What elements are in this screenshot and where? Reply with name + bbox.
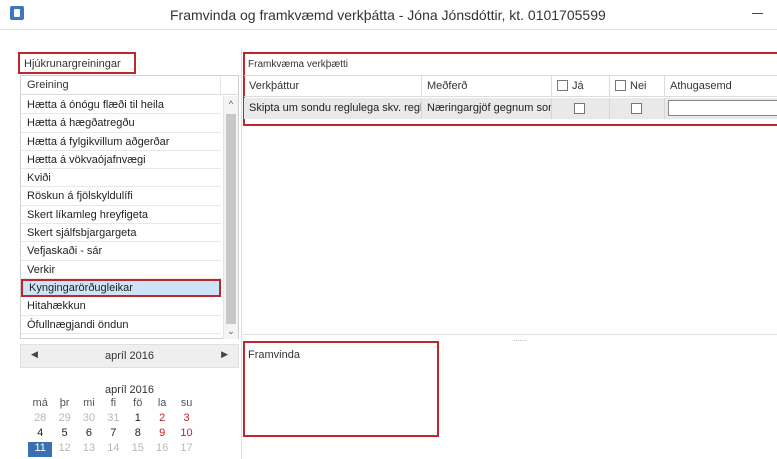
calendar: apríl 2016 má þr mi fi fö la su 28 29 30 31 1 2 3 4 5 6 7… xyxy=(20,370,239,459)
task-cell: Skipta um sondu reglulega skv. reglum xyxy=(244,98,422,119)
calendar-grid: má þr mi fi fö la su 28 29 30 31 1 2 3 4 5 6 7 8 9 10 11 12 13 1… xyxy=(28,397,232,457)
calendar-day[interactable]: 3 xyxy=(174,412,198,427)
scroll-down-icon[interactable]: ⌄ xyxy=(224,323,238,339)
splitter[interactable]: ...... xyxy=(243,334,777,343)
calendar-day[interactable]: 8 xyxy=(126,427,150,442)
column-athugasemd[interactable]: Athugasemd xyxy=(665,76,777,97)
list-item[interactable]: Skert sjálfsbjargargeta xyxy=(21,224,221,243)
list-item[interactable]: Ófullnægjandi öndun xyxy=(21,316,221,334)
ja-all-checkbox[interactable] xyxy=(557,80,568,91)
calendar-day[interactable]: 14 xyxy=(101,442,125,457)
calendar-day[interactable]: 17 xyxy=(174,442,198,457)
weekday-label: su xyxy=(180,397,193,409)
calendar-day[interactable]: 4 xyxy=(28,427,52,442)
column-ja[interactable]: Já xyxy=(552,76,610,97)
calendar-day[interactable]: 5 xyxy=(52,427,76,442)
diagnosis-panel-title: Hjúkrunargreiningar xyxy=(18,52,136,74)
scroll-up-icon[interactable]: ^ xyxy=(224,96,238,112)
calendar-next-icon[interactable]: ▶ xyxy=(221,349,228,360)
calendar-day[interactable]: 7 xyxy=(101,427,125,442)
tasks-panel: Framkvæma verkþætti Verkþáttur Meðferð J… xyxy=(243,52,777,334)
progress-panel: Framvinda xyxy=(243,341,777,459)
window-title: Framvinda og framkvæmd verkþátta - Jóna … xyxy=(170,7,606,23)
diagnosis-column-header[interactable]: Greining xyxy=(21,76,220,95)
tasks-table-header: Verkþáttur Meðferð Já Nei Athugasemd xyxy=(244,75,777,97)
list-item[interactable]: Kviði xyxy=(21,169,221,188)
diagnosis-list: Greining Hætta á ónógu flæði til heila Hæ… xyxy=(20,75,239,339)
list-item[interactable]: Hitahækkun xyxy=(21,297,221,316)
minimize-button[interactable] xyxy=(752,13,763,14)
calendar-day[interactable]: 10 xyxy=(174,427,198,442)
progress-textarea[interactable] xyxy=(245,361,775,457)
diagnosis-rows: Hætta á ónógu flæði til heila Hætta á hæg… xyxy=(21,96,221,334)
calendar-day[interactable]: 15 xyxy=(126,442,150,457)
column-nei[interactable]: Nei xyxy=(610,76,665,97)
calendar-title: apríl 2016 xyxy=(105,384,154,396)
list-item[interactable]: Kyngingarörðugleikar xyxy=(21,278,221,298)
column-header-spacer xyxy=(220,76,238,95)
diagnosis-panel: Hjúkrunargreiningar Greining Hætta á ónó… xyxy=(18,52,243,459)
list-item[interactable]: Röskun á fjölskyldulífi xyxy=(21,187,221,206)
calendar-day[interactable]: 13 xyxy=(77,442,101,457)
calendar-day[interactable]: 29 xyxy=(52,412,76,427)
list-item[interactable]: Hætta á hægðatregðu xyxy=(21,114,221,133)
calendar-day[interactable]: 2 xyxy=(150,412,174,427)
list-item[interactable]: Verkir xyxy=(21,261,221,279)
title-bar: Framvinda og framkvæmd verkþátta - Jóna … xyxy=(0,0,777,30)
nei-checkbox[interactable] xyxy=(631,103,642,114)
progress-label: Framvinda xyxy=(248,349,300,361)
list-item[interactable]: Hætta á vökvaójafnvægi xyxy=(21,151,221,170)
list-item[interactable]: Hætta á ónógu flæði til heila xyxy=(21,96,221,115)
nei-label: Nei xyxy=(630,80,647,92)
calendar-day[interactable]: 1 xyxy=(126,412,150,427)
weekday-label: má xyxy=(32,397,48,409)
weekday-label: þr xyxy=(59,397,70,409)
column-medferd[interactable]: Meðferð xyxy=(422,76,552,97)
tasks-title: Framkvæma verkþætti xyxy=(248,59,349,70)
weekday-label: fi xyxy=(110,397,117,409)
app-icon xyxy=(10,6,24,20)
weekday-label: la xyxy=(157,397,167,409)
calendar-day[interactable]: 16 xyxy=(150,442,174,457)
weekday-label: mi xyxy=(83,397,95,409)
calendar-day[interactable]: 31 xyxy=(101,412,125,427)
weekday-label: fö xyxy=(133,397,143,409)
calendar-day[interactable]: 12 xyxy=(52,442,76,457)
calendar-day[interactable]: 9 xyxy=(150,427,174,442)
calendar-navigation: ◀ apríl 2016 ▶ xyxy=(20,344,239,368)
ja-label: Já xyxy=(572,80,584,92)
calendar-day[interactable]: 11 xyxy=(28,442,53,457)
scroll-thumb[interactable] xyxy=(226,114,236,324)
athugasemd-input[interactable] xyxy=(668,100,777,116)
list-item[interactable]: Vefjaskaði - sár xyxy=(21,242,221,261)
calendar-month-label[interactable]: apríl 2016 xyxy=(21,350,238,362)
calendar-day[interactable]: 6 xyxy=(77,427,101,442)
calendar-day[interactable]: 28 xyxy=(28,412,52,427)
nei-all-checkbox[interactable] xyxy=(615,80,626,91)
panel-divider xyxy=(241,48,242,459)
column-verkthattur[interactable]: Verkþáttur xyxy=(244,76,422,97)
list-item[interactable]: Skert líkamleg hreyfigeta xyxy=(21,206,221,225)
table-row[interactable]: Skipta um sondu reglulega skv. reglum Næ… xyxy=(244,98,777,119)
treatment-cell: Næringargjöf gegnum sondu xyxy=(422,98,552,119)
list-scrollbar[interactable]: ^ ⌄ xyxy=(223,96,238,339)
list-item[interactable]: Hætta á fylgikvillum aðgerðar xyxy=(21,133,221,151)
ja-checkbox[interactable] xyxy=(574,103,585,114)
calendar-day[interactable]: 30 xyxy=(77,412,101,427)
